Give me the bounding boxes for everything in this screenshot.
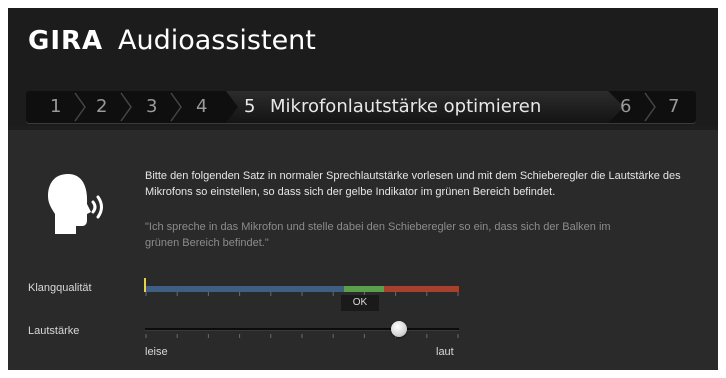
chevron-right-icon: [169, 91, 183, 123]
quality-label: Klangqualität: [28, 282, 92, 294]
step-7[interactable]: 7: [668, 91, 679, 123]
step-6[interactable]: 6: [620, 91, 631, 123]
quality-status: OK: [341, 295, 379, 311]
step-4[interactable]: 4: [196, 91, 207, 123]
step-navigation: 1 2 3 4 5 Mikrofonlautstärke optimieren …: [26, 91, 696, 123]
step-3[interactable]: 3: [146, 91, 157, 123]
volume-max-label: laut: [436, 346, 454, 358]
sample-sentence: "Ich spreche in das Mikrofon und stelle …: [145, 221, 611, 249]
app-title: Audioassistent: [118, 25, 316, 56]
step-1[interactable]: 1: [50, 91, 61, 123]
volume-min-label: leise: [145, 346, 168, 358]
step-5[interactable]: 5: [244, 91, 255, 123]
content-panel: Bitte den folgenden Satz in normaler Spr…: [8, 130, 718, 370]
step-2[interactable]: 2: [96, 91, 107, 123]
step-5-label: Mikrofonlautstärke optimieren: [270, 96, 542, 117]
header: GIRA Audioassistent 1 2 3 4 5 Mikrofonla…: [8, 8, 718, 126]
audio-assistant-window: GIRA Audioassistent 1 2 3 4 5 Mikrofonla…: [8, 8, 718, 370]
volume-slider-ticks: [145, 334, 459, 338]
level-indicator: [144, 278, 146, 292]
chevron-right-icon: [119, 91, 133, 123]
instruction-text: Bitte den folgenden Satz in normaler Spr…: [145, 170, 681, 198]
volume-slider-track[interactable]: [145, 328, 459, 331]
chevron-right-icon: [73, 91, 87, 123]
volume-label: Lautstärke: [28, 325, 80, 337]
speaking-head-icon: [46, 172, 106, 238]
brand-logo: GIRA: [28, 26, 104, 56]
chevron-right-icon: [643, 91, 657, 123]
quality-meter-ticks: [145, 292, 459, 296]
